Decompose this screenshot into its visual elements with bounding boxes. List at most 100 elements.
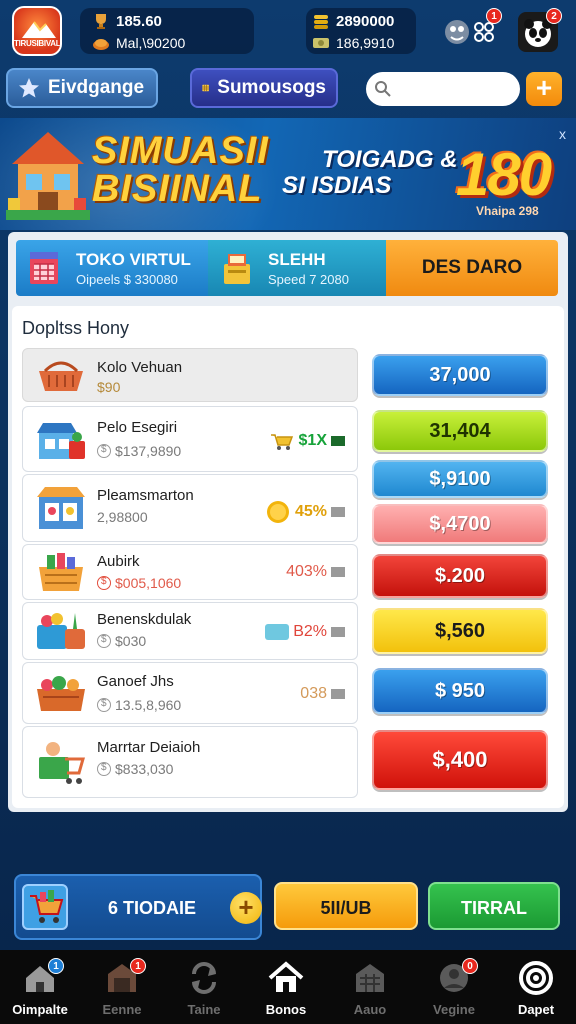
friends-badge: 1 [486,8,502,24]
bottom-actions: 6 TIODAIE + 5II/UB TIRRAL [14,874,562,940]
list-item[interactable]: Benenskdulak $030 B2% [22,602,358,660]
trade-button[interactable]: TIRRAL [428,882,560,930]
list-item[interactable]: Pleamsmarton 2,98800 45% [22,474,358,542]
item-price-value: $90 [97,379,121,395]
shopper-cart-icon [39,742,85,784]
nav-label: Aauo [353,1002,387,1017]
stat-row-2: Mal,\90200 [92,34,185,52]
price-button[interactable]: $,9100 [372,460,548,498]
house-icon [268,961,304,992]
logo-mountain-icon [22,21,56,38]
item-price-value: $005,1060 [115,575,182,591]
item-price: 13.5,8,960 [97,697,181,713]
item-percent-value: B2% [293,623,327,640]
item-price: $137,9890 [97,443,181,459]
list-item[interactable]: Aubirk $005,1060 403% [22,544,358,600]
item-percent: 403% [286,563,345,581]
item-percent: 038 [300,685,345,703]
tag-icon [265,624,290,640]
nav-item-dapet[interactable]: Dapet [500,956,572,1020]
coin-stack-icon [314,15,328,29]
nav-label: Eenne [102,1002,142,1017]
item-price: $833,030 [97,761,173,777]
coin-icon [97,634,111,648]
list-item[interactable]: Marrtar Deiaioh $833,030 [22,726,358,798]
item-percent: 45% [265,499,345,525]
list-item[interactable]: Pelo Esegiri $137,9890 $1X [22,406,358,472]
buy-button[interactable]: 5II/UB [274,882,418,930]
coin-icon [97,576,111,590]
item-price: 2,98800 [97,509,148,525]
coin-icon [97,444,111,458]
trophy-icon [96,14,106,29]
nav-item-bonos[interactable]: Bonos [250,956,322,1020]
app-logo[interactable]: TIRUSIBIVAL [12,6,62,56]
item-price-value: 2,98800 [97,509,148,525]
gold-coin-icon [266,501,289,523]
price-button[interactable]: $.200 [372,554,548,598]
tab-virtual-store[interactable]: TOKO VIRTUL Oipeels $ 330080 [16,240,208,296]
top-bar: TIRUSIBIVAL 185.60 Mal,\90200 2890000 18… [0,0,576,62]
tab-des-daro[interactable]: DES DARO [386,240,558,296]
groceries-icon [39,553,83,591]
price-button[interactable]: $ 950 [372,668,548,714]
nav-badge: 0 [462,958,478,974]
cart-icon-box [22,884,68,930]
promo-banner[interactable]: SIMUASII BISIINAL TOIGADG & SI ISDIAS 18… [0,118,576,230]
product-list-card: Dopltss Hony Kolo Vehuan $90 Pelo Esegir… [12,306,564,808]
friends-button[interactable]: 1 [440,8,502,52]
list-title: Dopltss Hony [22,318,130,338]
profile-button[interactable]: 2 [518,8,562,52]
tab-title: SLEHH [268,250,326,269]
star-icon [19,78,39,98]
store-icon [30,252,58,284]
price-button[interactable]: $,4700 [372,504,548,544]
main-panel: TOKO VIRTUL Oipeels $ 330080 SLEHH Speed… [8,232,568,812]
coin-icon [97,762,111,776]
grid-icon [202,84,209,92]
add-to-cart-button[interactable]: + [230,892,262,924]
favorites-button[interactable]: Eivdgange [6,68,158,108]
shop-front-icon [37,487,85,529]
tab-subtitle: Oipeels $ 330080 [76,272,178,287]
price-button[interactable]: $,400 [372,730,548,790]
nav-item-eenne[interactable]: 1 Eenne [86,956,158,1020]
search-input[interactable] [400,79,510,99]
nav-item-aauo[interactable]: Aauo [334,956,406,1020]
item-price: $005,1060 [97,575,181,591]
item-name: Pelo Esegiri [97,419,178,436]
item-percent-value: 403% [286,563,327,580]
price-button[interactable]: $,560 [372,608,548,654]
item-price-value: $030 [115,633,147,649]
nav-label: Oimpalte [12,1002,68,1017]
add-button[interactable]: + [526,72,562,106]
nav-badge: 1 [130,958,146,974]
list-item[interactable]: Ganoef Jhs 13.5,8,960 038 [22,662,358,724]
price-button[interactable]: 37,000 [372,354,548,396]
search-box[interactable] [366,72,520,106]
shop-button[interactable]: Sumousogs [190,68,338,108]
item-percent-value: 45% [294,503,327,520]
price-button[interactable]: 31,404 [372,410,548,452]
tab-speed[interactable]: SLEHH Speed 7 2080 [208,240,386,296]
settings-gear-icon [474,22,494,42]
nav-item-oimpalte[interactable]: 1 Oimpalte [4,956,76,1020]
banner-small-text: Vhaipa 298 [476,204,539,218]
basket-icon [39,361,83,391]
tab-subtitle: Speed 7 2080 [268,272,349,287]
cart-small-icon [270,434,293,450]
stat-value-4: 186,9910 [336,35,395,51]
item-name: Aubirk [97,553,140,570]
item-percent-value: 038 [300,685,327,702]
nav-label: Dapet [517,1002,555,1017]
banner-close-button[interactable]: x [559,126,566,142]
cart-box[interactable]: 6 TIODAIE + [14,874,262,940]
nav-item-taine[interactable]: Taine [168,956,240,1020]
item-price-value: $833,030 [115,761,174,777]
nav-item-vegine[interactable]: 0 Vegine [418,956,490,1020]
list-item[interactable]: Kolo Vehuan $90 [22,348,358,402]
bottom-nav: 1 Oimpalte 1 Eenne Taine Bonos Aauo 0 Ve… [0,950,576,1024]
market-stall-icon [37,423,85,459]
nav-label: Bonos [265,1002,307,1017]
favorites-label: Eivdgange [48,77,145,98]
